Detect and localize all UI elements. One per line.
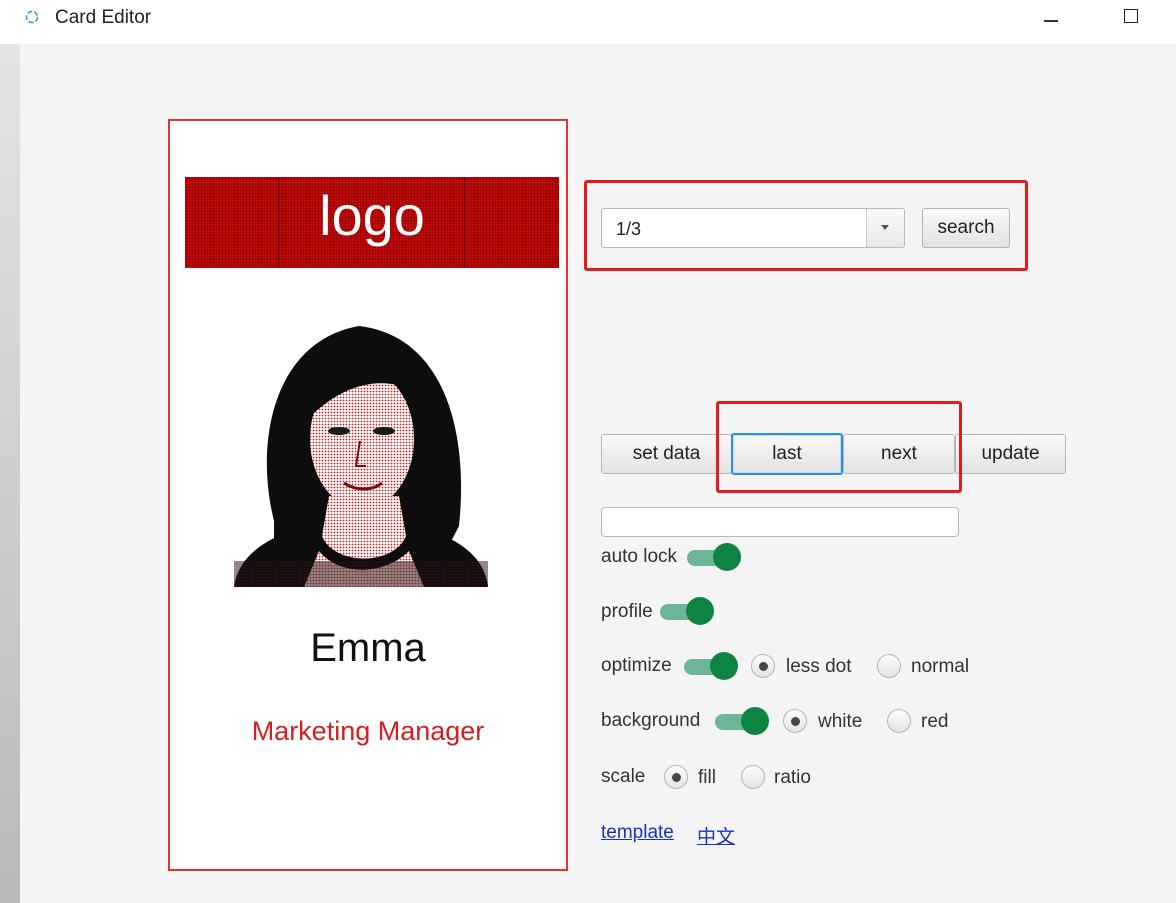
white-label: white	[818, 711, 863, 732]
logo-text: logo	[319, 184, 425, 247]
ratio-radio[interactable]	[741, 765, 765, 789]
title-bar: Card Editor	[0, 0, 1176, 44]
minimize-button[interactable]	[1044, 20, 1058, 22]
banner-divider	[278, 177, 279, 268]
profile-toggle[interactable]	[660, 597, 714, 625]
normal-label: normal	[911, 656, 970, 677]
nav-highlight-box	[716, 401, 962, 493]
scale-label: scale	[601, 766, 646, 787]
red-radio[interactable]	[887, 709, 911, 733]
card-name: Emma	[310, 626, 426, 670]
normal-radio[interactable]	[877, 654, 901, 678]
less-dot-radio[interactable]	[751, 654, 775, 678]
app-icon	[25, 10, 39, 24]
set-data-button[interactable]: set data	[601, 434, 732, 474]
profile-photo	[234, 326, 488, 587]
banner-divider	[464, 177, 465, 268]
auto-lock-label: auto lock	[601, 546, 678, 567]
chinese-language-link[interactable]: 中文	[697, 822, 735, 849]
auto-lock-toggle[interactable]	[687, 543, 741, 571]
card-preview: logo Emma Marketing Manager	[168, 119, 568, 871]
record-select-value: 1/3	[616, 219, 642, 239]
background-toggle[interactable]	[715, 707, 769, 735]
search-button[interactable]: search	[922, 208, 1010, 248]
dropdown-arrow-icon[interactable]	[866, 209, 904, 247]
red-label: red	[921, 711, 949, 732]
template-link[interactable]: template	[601, 822, 674, 844]
background-label: background	[601, 710, 701, 731]
record-select[interactable]: 1/3	[601, 208, 905, 248]
optimize-label: optimize	[601, 655, 672, 676]
profile-label: profile	[601, 601, 653, 622]
update-button[interactable]: update	[955, 434, 1066, 474]
window-edge	[0, 0, 20, 903]
fill-label: fill	[698, 767, 716, 788]
optimize-toggle[interactable]	[684, 652, 738, 680]
less-dot-label: less dot	[786, 656, 852, 677]
maximize-button[interactable]	[1124, 9, 1138, 23]
card-job-title: Marketing Manager	[251, 716, 485, 746]
ratio-label: ratio	[774, 767, 811, 788]
window-title: Card Editor	[55, 7, 152, 28]
fill-radio[interactable]	[664, 765, 688, 789]
white-radio[interactable]	[783, 709, 807, 733]
progress-bar	[601, 507, 959, 537]
logo-banner: logo	[185, 177, 559, 268]
